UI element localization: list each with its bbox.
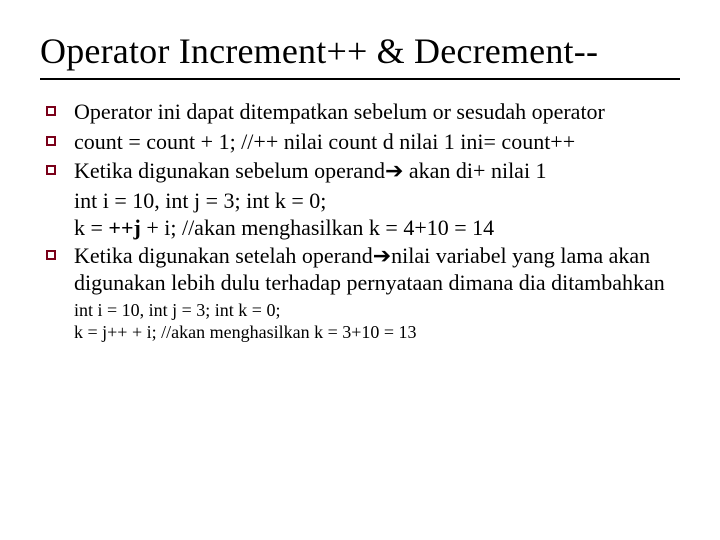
- text-plain: k =: [74, 215, 108, 240]
- bullet-text: Ketika digunakan sebelum operand➔ akan d…: [74, 157, 680, 185]
- bullet-text: Ketika digunakan setelah operand➔nilai v…: [74, 242, 680, 297]
- text-before-arrow: Ketika digunakan setelah operand: [74, 243, 373, 268]
- text-after-arrow: akan di+ nilai 1: [403, 158, 546, 183]
- slide-title: Operator Increment++ & Decrement--: [40, 30, 680, 72]
- bullet-continuation: k = ++j + i; //akan menghasilkan k = 4+1…: [74, 214, 680, 242]
- text-before-arrow: Ketika digunakan sebelum operand: [74, 158, 385, 183]
- arrow-icon: ➔: [373, 243, 391, 268]
- example-small-text: k = j++ + i; //akan menghasilkan k = 3+1…: [74, 321, 680, 344]
- bullet-icon: [46, 106, 56, 116]
- bullet-icon: [46, 165, 56, 175]
- bullet-text: Operator ini dapat ditempatkan sebelum o…: [74, 98, 680, 126]
- text-bold: ++j: [108, 215, 140, 240]
- bullet-continuation: int i = 10, int j = 3; int k = 0;: [74, 187, 680, 215]
- title-rule: [40, 78, 680, 80]
- slide: Operator Increment++ & Decrement-- Opera…: [0, 0, 720, 540]
- bullet-icon: [46, 250, 56, 260]
- arrow-icon: ➔: [385, 158, 403, 183]
- text-plain: + i; //akan menghasilkan k = 4+10 = 14: [141, 215, 494, 240]
- bullet-item: Ketika digunakan setelah operand➔nilai v…: [40, 242, 680, 297]
- bullet-text: count = count + 1; //++ nilai count d ni…: [74, 128, 680, 156]
- bullet-item: Operator ini dapat ditempatkan sebelum o…: [40, 98, 680, 126]
- bullet-item: Ketika digunakan sebelum operand➔ akan d…: [40, 157, 680, 185]
- bullet-icon: [46, 136, 56, 146]
- slide-body: Operator ini dapat ditempatkan sebelum o…: [40, 98, 680, 344]
- bullet-item: count = count + 1; //++ nilai count d ni…: [40, 128, 680, 156]
- example-small-text: int i = 10, int j = 3; int k = 0;: [74, 299, 680, 322]
